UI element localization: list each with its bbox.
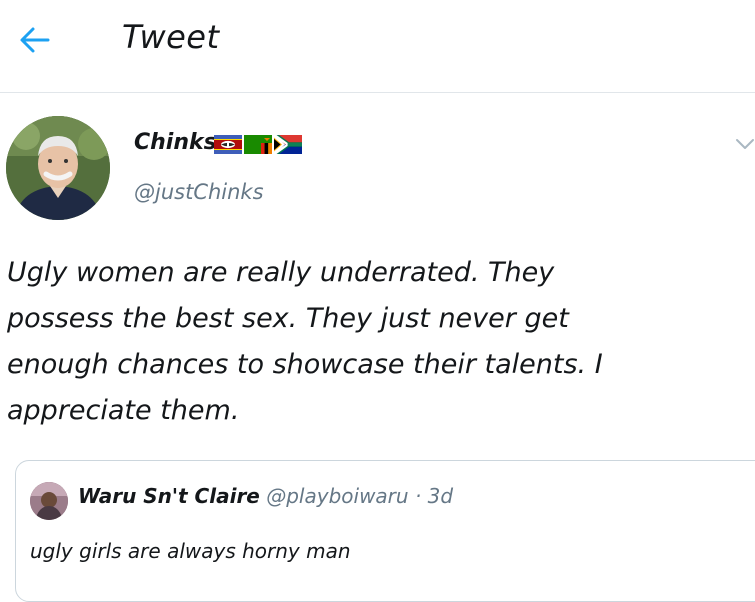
quoted-avatar-photo	[30, 482, 68, 520]
quoted-author-name: Waru Sn't Claire	[78, 484, 260, 508]
quoted-tweet[interactable]: Waru Sn't Claire @playboiwaru · 3d ugly …	[15, 460, 755, 602]
quoted-avatar	[30, 482, 68, 520]
arrow-left-icon	[20, 27, 50, 53]
top-bar: Tweet	[0, 0, 755, 93]
page-title: Tweet	[122, 18, 220, 56]
tweet-text: Ugly women are really underrated. They p…	[7, 257, 603, 426]
avatar[interactable]	[6, 116, 110, 220]
chevron-down-icon[interactable]	[735, 136, 755, 152]
swaziland-flag-icon	[214, 135, 242, 154]
quoted-separator: ·	[414, 484, 422, 508]
zambia-flag-icon	[244, 135, 272, 154]
avatar-photo	[6, 116, 110, 220]
quoted-text: ugly girls are always horny man	[30, 539, 351, 563]
quoted-time: 3d	[427, 484, 454, 508]
author-name[interactable]: Chinks	[134, 130, 217, 155]
flag-emojis	[214, 135, 302, 154]
south-africa-flag-icon	[274, 135, 302, 154]
back-button[interactable]	[14, 22, 54, 58]
quoted-author-handle: @playboiwaru	[266, 484, 409, 508]
quoted-header: Waru Sn't Claire @playboiwaru · 3d	[78, 484, 453, 508]
author-handle[interactable]: @justChinks	[134, 180, 264, 204]
